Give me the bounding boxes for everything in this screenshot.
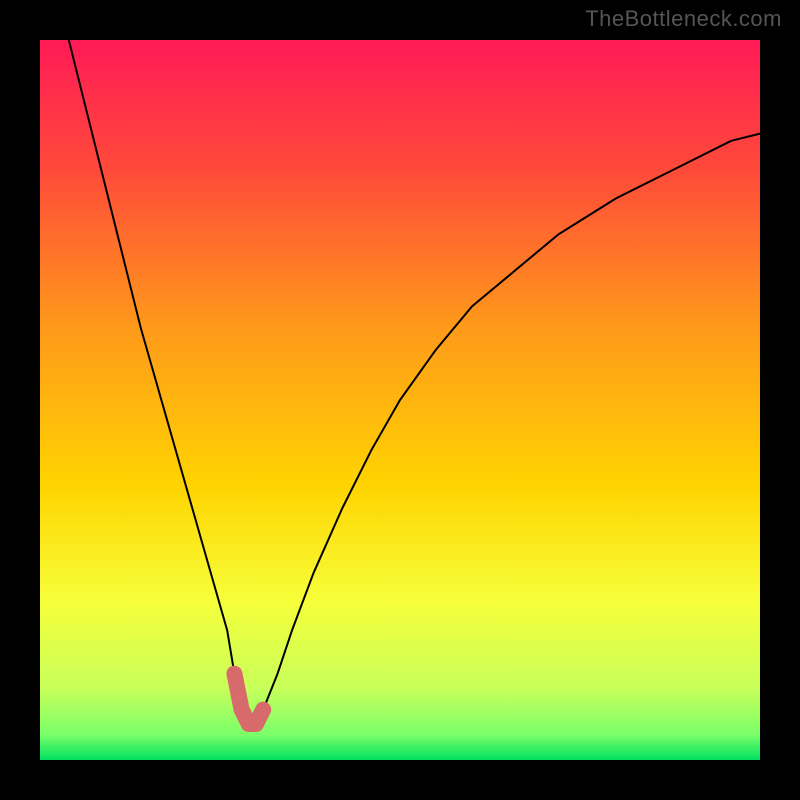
bottleneck-chart [0,0,800,800]
watermark-text: TheBottleneck.com [585,6,782,32]
chart-container: TheBottleneck.com [0,0,800,800]
